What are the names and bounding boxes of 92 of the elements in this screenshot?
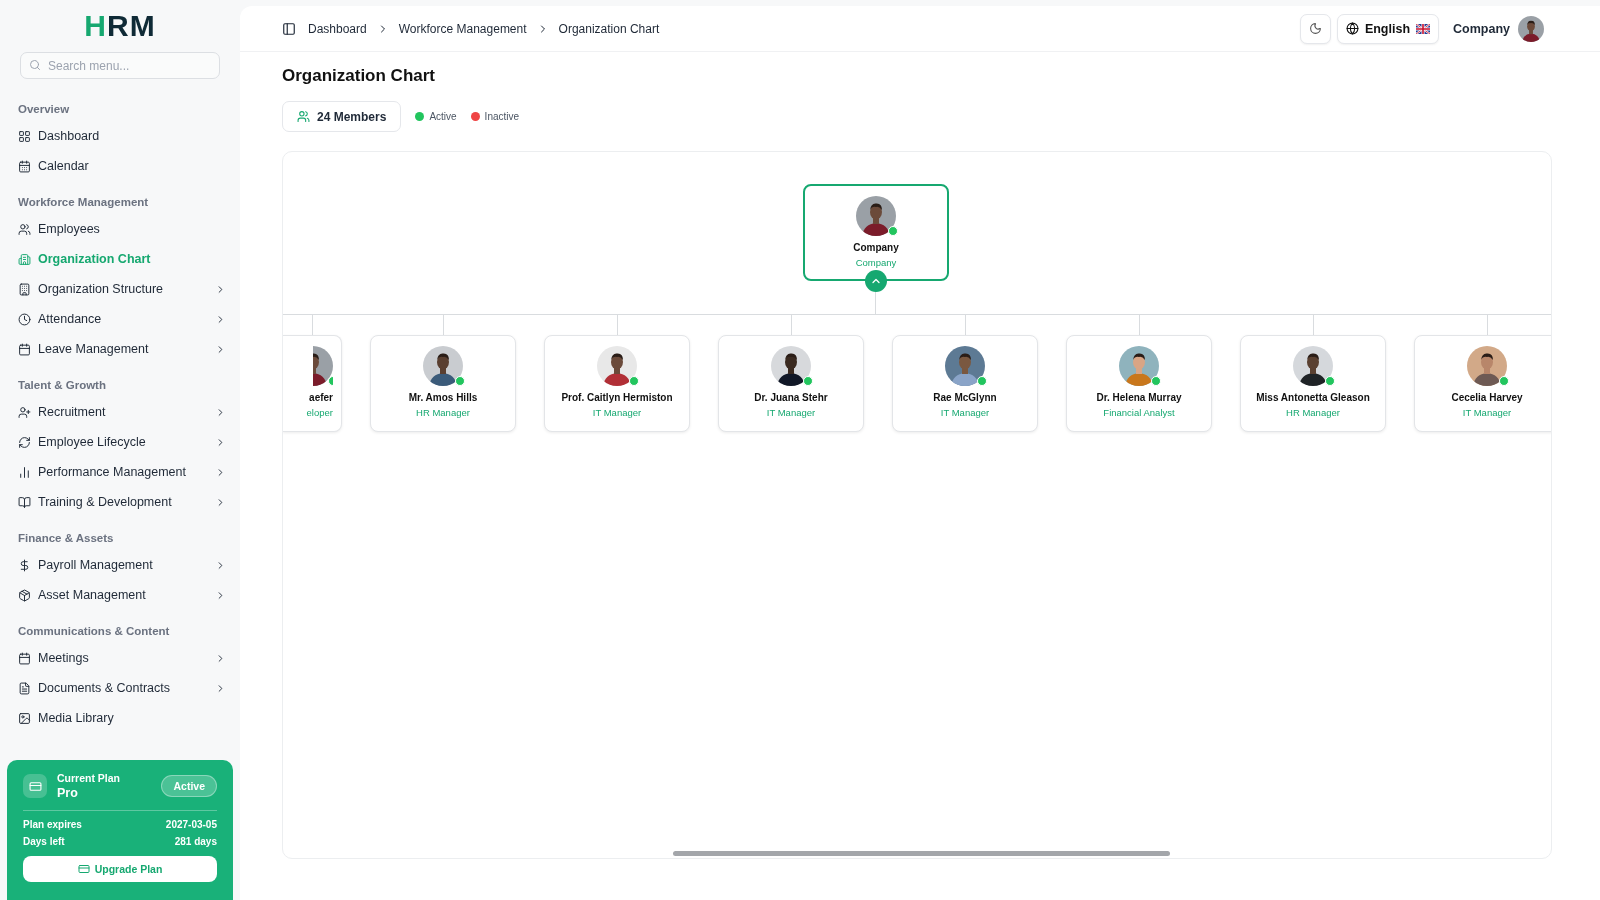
nav-item[interactable]: Calendar: [18, 151, 226, 181]
plan-row-value: 281 days: [174, 836, 217, 847]
member-name: Prof. Caitlyn Hermiston: [561, 392, 673, 403]
scrollbar[interactable]: [673, 851, 1170, 856]
member-name: Miss Antonetta Gleason: [1256, 392, 1370, 403]
card-icon: [77, 863, 90, 875]
nav-icon: [18, 282, 31, 296]
nav-icon: [18, 435, 31, 449]
nav-item[interactable]: Asset Management: [18, 580, 226, 610]
section-heading: Finance & Assets: [18, 531, 115, 546]
member-card[interactable]: Miss Antonetta Gleason HR Manager: [1240, 335, 1386, 432]
nav-icon: [18, 342, 31, 356]
user-name[interactable]: Company: [1453, 21, 1510, 36]
users-icon: [297, 110, 310, 123]
nav-icon: [18, 129, 31, 143]
member-card[interactable]: Prof. Caitlyn Hermiston IT Manager: [544, 335, 690, 432]
nav-icon: [18, 312, 31, 326]
member-name: Cecelia Harvey: [1451, 392, 1523, 403]
nav-item[interactable]: Training & Development: [18, 487, 226, 517]
nav-item[interactable]: Performance Management: [18, 457, 226, 487]
members-button[interactable]: 24 Members: [282, 101, 402, 132]
member-role: IT Manager: [940, 407, 990, 418]
section-heading: Workforce Management: [18, 195, 150, 210]
nav-item[interactable]: Documents & Contracts: [18, 673, 226, 703]
nav-icon: [18, 711, 31, 725]
nav-item[interactable]: Employees: [18, 214, 226, 244]
nav-icon: [18, 405, 31, 419]
nav-icon: [18, 252, 31, 266]
section-heading: Overview: [18, 102, 71, 117]
nav-item[interactable]: Attendance: [18, 304, 226, 334]
nav-item[interactable]: Payroll Management: [18, 550, 226, 580]
nav-icon: [18, 681, 31, 695]
member-name: Dr. Juana Stehr: [754, 392, 828, 403]
member-role: IT Manager: [592, 407, 642, 418]
search-field[interactable]: Search menu...: [20, 52, 220, 79]
member-role: HR Manager: [1286, 407, 1340, 418]
member-name: Mr. Amos Hills: [408, 392, 478, 403]
breadcrumb-link[interactable]: Workforce Management: [398, 21, 527, 36]
breadcrumb-link[interactable]: Dashboard: [308, 21, 367, 36]
nav-icon: [18, 159, 31, 173]
status-badge: Active: [161, 775, 217, 797]
moon-icon: [1308, 22, 1322, 35]
member-name: Dr. Helena Murray: [1096, 392, 1182, 403]
search-icon: [29, 59, 41, 71]
member-card[interactable]: Dr. Juana Stehr IT Manager: [718, 335, 864, 432]
member-role: HR Manager: [416, 407, 470, 418]
nav-item[interactable]: Meetings: [18, 643, 226, 673]
plan-row-label: Days left: [23, 836, 65, 847]
nav-icon: [18, 558, 31, 572]
member-card[interactable]: Cecelia Harvey IT Manager: [1414, 335, 1551, 432]
nav-item[interactable]: Dashboard: [18, 121, 226, 151]
nav-item[interactable]: Media Library: [18, 703, 226, 733]
member-role: IT Manager: [1462, 407, 1512, 418]
member-card[interactable]: Rae McGlynn IT Manager: [892, 335, 1038, 432]
nav-icon: [18, 495, 31, 509]
legend-label: Active: [429, 111, 457, 122]
plan-name: Pro: [57, 786, 79, 800]
collapse-button[interactable]: [865, 270, 887, 292]
member-name: Rae McGlynn: [933, 392, 997, 403]
section-heading: Communications & Content: [18, 624, 171, 639]
hrm-logo[interactable]: HRM: [0, 8, 240, 44]
language-button[interactable]: English: [1336, 13, 1440, 44]
globe-icon: [1345, 22, 1359, 35]
nav-item[interactable]: Recruitment: [18, 397, 226, 427]
nav-icon: [18, 588, 31, 602]
nav-item[interactable]: Employee Lifecycle: [18, 427, 226, 457]
nav-item[interactable]: Organization Structure: [18, 274, 226, 304]
flag-icon: [1416, 23, 1431, 34]
plan-label: Current Plan: [57, 772, 120, 784]
member-card[interactable]: aefer eloper: [283, 335, 342, 432]
theme-button[interactable]: [1299, 13, 1331, 44]
nav-icon: [18, 651, 31, 665]
legend-label: Inactive: [484, 111, 520, 122]
member-card[interactable]: Dr. Helena Murray Financial Analyst: [1066, 335, 1212, 432]
plan-row-label: Plan expires: [23, 819, 82, 830]
root-card[interactable]: Company Company: [803, 184, 949, 281]
member-name: Company: [853, 242, 899, 253]
page-title: Organization Chart: [282, 66, 436, 86]
nav-icon: [18, 465, 31, 479]
card-icon: [23, 774, 47, 798]
nav-item[interactable]: Leave Management: [18, 334, 226, 364]
breadcrumb-link[interactable]: Organization Chart: [558, 21, 660, 36]
member-card[interactable]: Mr. Amos Hills HR Manager: [370, 335, 516, 432]
sidebar-toggle-icon[interactable]: [282, 21, 296, 36]
member-role: eloper: [306, 407, 333, 418]
member-role: Financial Analyst: [1103, 407, 1175, 418]
member-name: aefer: [309, 392, 333, 403]
nav-icon: [18, 222, 31, 236]
section-heading: Talent & Growth: [18, 378, 107, 393]
member-role: IT Manager: [766, 407, 816, 418]
plan-row-value: 2027-03-05: [165, 819, 217, 830]
member-role: Company: [855, 257, 897, 268]
